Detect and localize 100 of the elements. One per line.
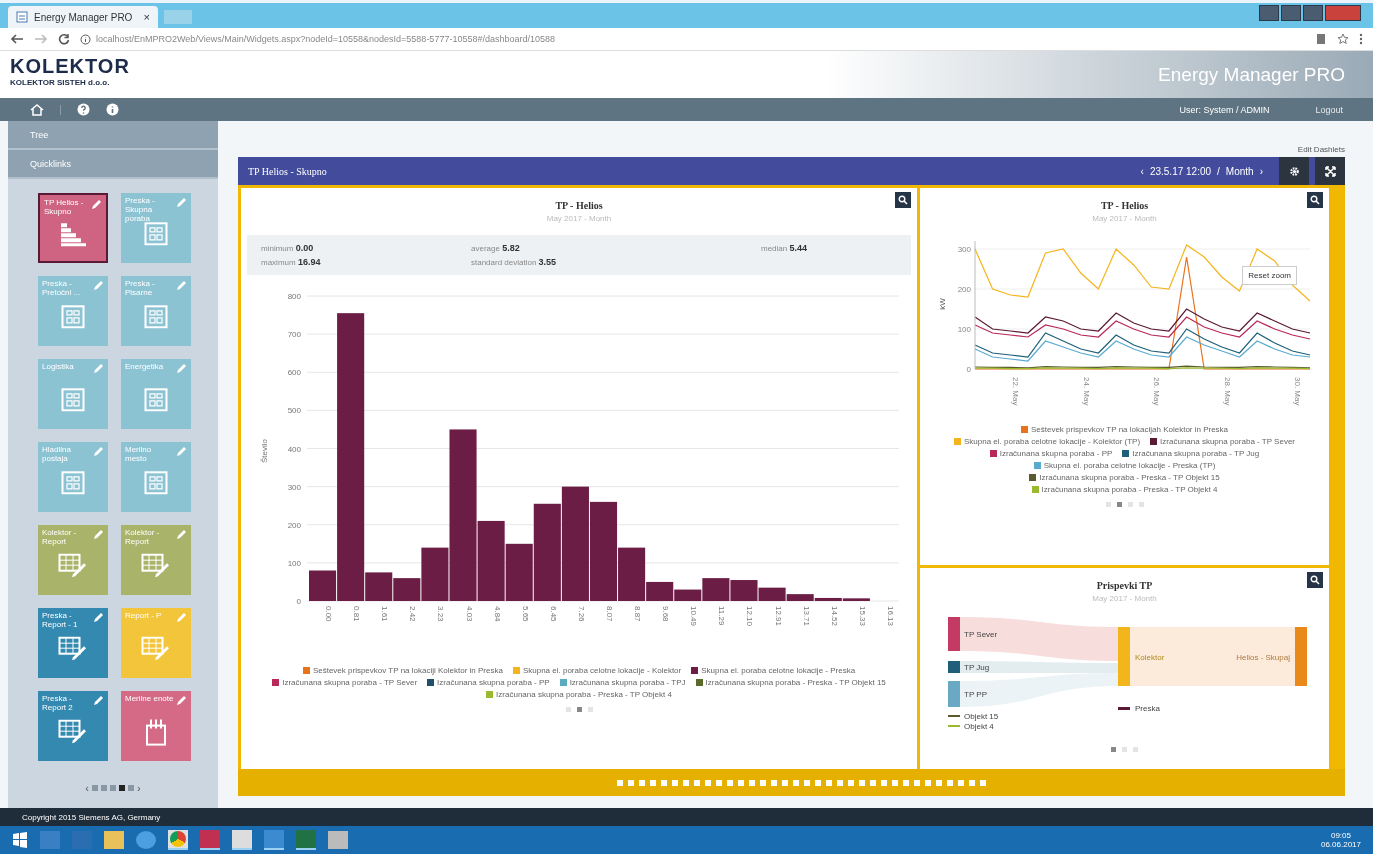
zoom-button[interactable] (895, 192, 911, 208)
pencil-icon[interactable] (93, 280, 104, 291)
new-tab-button[interactable] (164, 10, 192, 24)
info-icon[interactable] (106, 103, 119, 116)
legend-item[interactable]: Skupna el. poraba celotne lokacije - Kolektor (TP) (954, 437, 1141, 446)
legend-item[interactable]: Izračunana skupna poraba - PP (427, 678, 550, 687)
axis-tick-label: 300 (287, 482, 301, 492)
legend-item[interactable]: Seštevek prispevkov TP na lokacijah Kolektor in Preska (1020, 425, 1229, 434)
next-period-button[interactable]: › (1259, 165, 1263, 177)
axis-tick-label: 1.61 (380, 606, 390, 622)
quicklink-tile[interactable]: Merilne enote (121, 691, 191, 761)
tile-label: Preska - Pretočni ... (42, 279, 82, 297)
table-edit-icon (141, 553, 171, 580)
logout-link[interactable]: Logout (1315, 104, 1343, 115)
pencil-icon[interactable] (93, 612, 104, 623)
fullscreen-button[interactable] (1315, 157, 1345, 185)
legend-item[interactable]: Seštevek prispevkov TP na lokaciji Kolektor in Preska (302, 666, 503, 675)
reload-icon[interactable] (58, 33, 70, 45)
back-icon[interactable] (10, 33, 24, 45)
next-page-button[interactable]: › (137, 782, 141, 794)
company-name: KOLEKTOR SISTEH d.o.o. (10, 78, 111, 87)
zoom-button[interactable] (1307, 572, 1323, 588)
legend-item[interactable]: Izračunana skupna poraba - TP Jug (1122, 449, 1260, 458)
pencil-icon[interactable] (176, 197, 187, 208)
axis-tick-label: 12.91 (773, 606, 783, 627)
axis-tick-label: 15.33 (857, 606, 867, 627)
pencil-icon[interactable] (176, 446, 187, 457)
page-indicator[interactable] (576, 707, 582, 712)
axis-tick-label: 8.07 (605, 606, 614, 622)
axis-tick-label: 100 (957, 325, 971, 334)
home-icon[interactable] (30, 103, 44, 116)
legend-item[interactable]: Skupna el. poraba celotne lokacije - Preska (691, 666, 856, 675)
windows-start-icon[interactable] (12, 832, 28, 848)
axis-tick-label: 0 (966, 365, 971, 374)
app-icon[interactable] (200, 830, 220, 850)
axis-tick-label: 13.71 (801, 606, 811, 627)
period-selector[interactable]: Month (1225, 165, 1254, 177)
pencil-icon[interactable] (176, 695, 187, 706)
tab-close-button[interactable]: × (143, 11, 150, 23)
page-indicator[interactable] (1116, 502, 1122, 507)
pencil-icon[interactable] (93, 529, 104, 540)
sankey-node-label: TP PP (963, 690, 987, 699)
axis-title: kW (937, 298, 947, 310)
company-logo: KOLEKTOR (10, 55, 130, 78)
pencil-icon[interactable] (176, 363, 187, 374)
legend-item[interactable]: Izračunana skupna poraba - PP (989, 449, 1113, 458)
forward-icon[interactable] (34, 33, 48, 45)
clipboard-icon (145, 719, 167, 747)
help-icon[interactable] (77, 103, 90, 116)
tile-label: TP Helios - Skupno (44, 198, 85, 216)
star-icon[interactable] (1337, 33, 1349, 45)
tab-title: Energy Manager PRO (34, 11, 133, 23)
quicklink-tile[interactable]: Preska - Report - 1 (38, 608, 108, 678)
quicklink-tile[interactable]: Preska - Report 2 (38, 691, 108, 761)
pencil-icon[interactable] (91, 199, 102, 210)
reset-zoom-button[interactable]: Reset zoom (1242, 266, 1297, 285)
axis-tick-label: 0.00 (324, 606, 334, 622)
legend-item[interactable]: Izračunana skupna poraba - TPJ (559, 678, 686, 687)
minimize-icon[interactable] (1281, 5, 1301, 21)
date-label[interactable]: 23.5.17 12:00 (1149, 165, 1212, 177)
app-icon[interactable] (264, 830, 284, 850)
close-icon[interactable] (1325, 5, 1361, 21)
axis-tick-label: 0 (296, 597, 301, 606)
legend-item[interactable]: Izračunana skupna poraba - TP Sever (1150, 437, 1295, 446)
legend-item[interactable]: Skupna el. poraba celotne lokacije - Preska (TP) (1033, 461, 1216, 470)
pencil-icon[interactable] (93, 695, 104, 706)
pencil-icon[interactable] (176, 529, 187, 540)
legend-item[interactable]: Skupna el. poraba celotne lokacije - Kolektor (512, 666, 682, 675)
quicklink-tile[interactable]: TP Helios - Skupno (38, 193, 108, 263)
legend-item[interactable]: Izračunana skupna poraba - Preska - TP Objekt 15 (1029, 473, 1220, 482)
axis-tick-label: 10.49 (689, 606, 699, 627)
axis-tick-label: 4.84 (492, 606, 502, 622)
pencil-icon[interactable] (93, 446, 104, 457)
axis-tick-label: 9.68 (661, 606, 671, 622)
clock-date[interactable]: 06.06.2017 (1320, 840, 1361, 849)
menu-icon[interactable] (1359, 33, 1363, 45)
pencil-icon[interactable] (93, 363, 104, 374)
clock-time[interactable]: 09:05 (1330, 831, 1351, 840)
gear-icon (1288, 165, 1300, 177)
axis-tick-label: 14.52 (829, 606, 839, 627)
copyright-text: Copyright 2015 Siemens AG, Germany (22, 812, 161, 822)
browser-tab[interactable]: Energy Manager PRO × (8, 6, 158, 28)
grid-panel-icon (144, 471, 168, 496)
pencil-icon[interactable] (176, 280, 187, 291)
zoom-button[interactable] (1307, 192, 1323, 208)
previous-page-button[interactable]: ‹ (85, 782, 89, 794)
legend-item[interactable]: Izračunana skupna poraba - Preska - TP Objekt 4 (486, 690, 672, 699)
settings-button[interactable] (1279, 157, 1309, 185)
previous-period-button[interactable]: ‹ (1140, 165, 1144, 177)
axis-tick-label: 300 (957, 245, 971, 254)
legend-item[interactable]: Izračunana skupna poraba - TP Sever (272, 678, 418, 687)
maximize-icon[interactable] (1303, 5, 1323, 21)
axis-title: Število (260, 439, 269, 463)
legend-item[interactable]: Izračunana skupna poraba - Preska - TP Objekt 4 (1031, 485, 1218, 494)
tile-label: Kolektor - Report (42, 528, 78, 546)
axis-tick-label: 3.23 (436, 606, 446, 622)
legend-item[interactable]: Izračunana skupna poraba - Preska - TP Objekt 15 (695, 678, 886, 687)
pencil-icon[interactable] (176, 612, 187, 623)
edit-dashlets-link[interactable]: Edit Dashlets (1297, 145, 1345, 154)
separator: / (1217, 165, 1220, 177)
